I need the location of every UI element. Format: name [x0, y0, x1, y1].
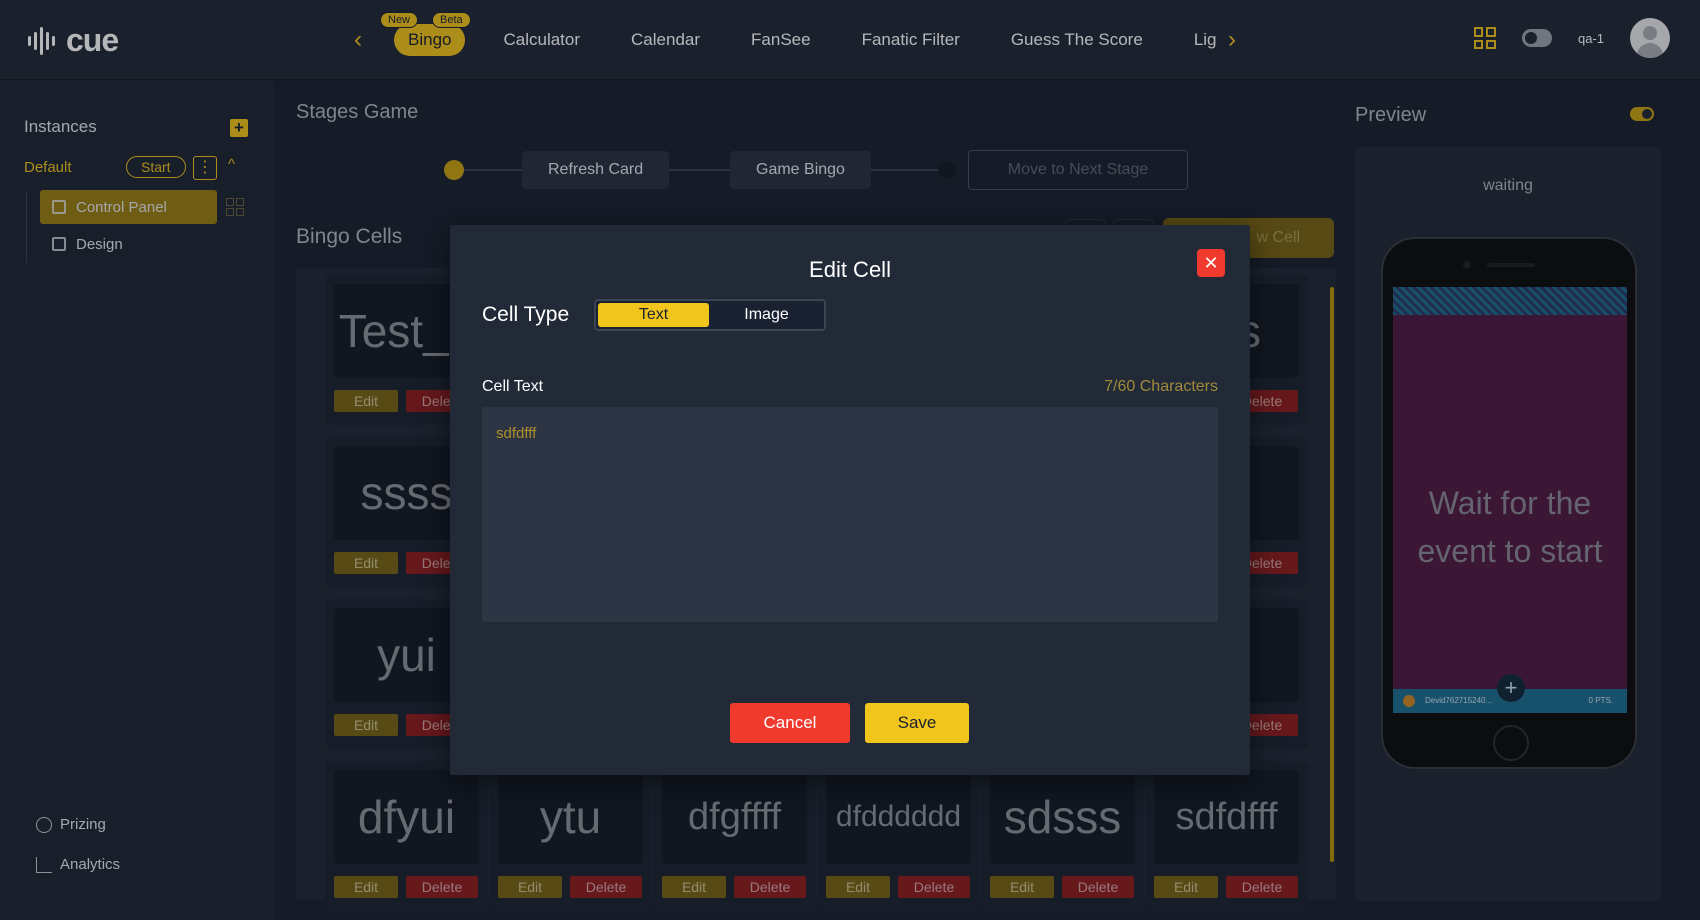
character-count: 7/60 Characters	[1104, 378, 1218, 395]
edit-cell-modal: Edit Cell ✕ Cell Type Text Image Cell Te…	[450, 225, 1250, 775]
save-button[interactable]: Save	[865, 703, 969, 743]
modal-title: Edit Cell	[809, 257, 891, 282]
cancel-button[interactable]: Cancel	[730, 703, 850, 743]
cell-type-image-option[interactable]: Image	[711, 303, 822, 327]
cell-type-label: Cell Type	[482, 303, 570, 326]
close-icon[interactable]: ✕	[1197, 249, 1225, 277]
cell-type-selector: Text Image	[594, 299, 826, 331]
cell-type-text-option[interactable]: Text	[598, 303, 709, 327]
cell-text-input[interactable]: sdfdfff	[482, 407, 1218, 622]
cell-text-label: Cell Text	[482, 378, 544, 395]
